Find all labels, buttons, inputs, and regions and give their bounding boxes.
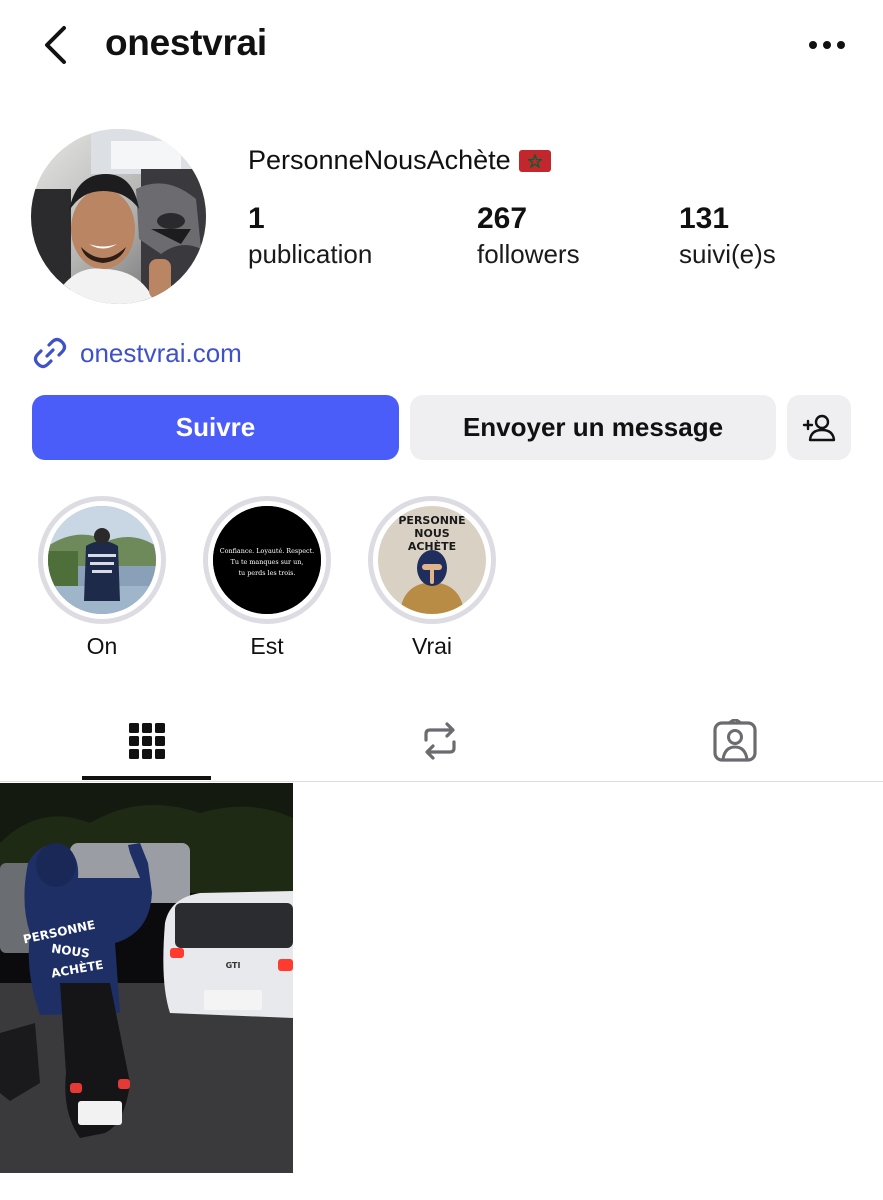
repost-icon	[423, 722, 456, 760]
follow-button[interactable]: Suivre	[32, 395, 399, 460]
highlight-ring: Confiance. Loyauté. Respect. Tu te manqu…	[203, 496, 331, 624]
highlight-label: On	[86, 633, 118, 659]
followers-label: followers	[477, 239, 580, 269]
more-horizontal-icon	[809, 41, 845, 49]
followers-count: 267	[477, 202, 528, 235]
story-highlight-est[interactable]: Confiance. Loyauté. Respect. Tu te manqu…	[203, 496, 331, 660]
send-message-button[interactable]: Envoyer un message	[410, 395, 776, 460]
display-name-text: PersonneNousAchète	[248, 145, 511, 175]
top-bar: onestvrai	[0, 0, 883, 95]
active-tab-indicator	[82, 776, 211, 780]
avatar-photo	[31, 129, 206, 304]
highlight-label: Est	[250, 633, 284, 659]
highlight-label: Vrai	[411, 633, 453, 659]
following-label: suivi(e)s	[679, 239, 776, 269]
tab-reposts[interactable]	[375, 700, 504, 782]
highlight-cover-line-1: Confiance. Loyauté. Respect.	[220, 547, 314, 555]
following-count: 131	[679, 202, 730, 235]
profile-website-link[interactable]: onestvrai.com	[32, 335, 242, 371]
posts-count-stat[interactable]: 1 publication	[248, 200, 372, 270]
tagged-person-icon	[712, 719, 757, 762]
following-count-stat[interactable]: 131 suivi(e)s	[679, 200, 776, 270]
highlight-cover-line-3: tu perds les trois.	[238, 569, 295, 577]
highlight-cover-title-2: NOUS	[414, 527, 449, 540]
add-person-icon	[802, 414, 836, 441]
highlight-cover-title-1: PERSONNE	[398, 514, 465, 527]
profile-avatar[interactable]	[31, 129, 206, 304]
profile-username: onestvrai	[105, 22, 267, 63]
story-highlight-vrai[interactable]: PERSONNE NOUS ACHÈTE Vrai	[368, 496, 496, 660]
link-icon	[33, 337, 67, 369]
website-link-text: onestvrai.com	[80, 337, 242, 368]
chevron-left-icon	[45, 26, 66, 64]
highlight-cover: Confiance. Loyauté. Respect. Tu te manqu…	[213, 506, 321, 614]
tab-tagged[interactable]	[670, 700, 799, 782]
back-button[interactable]	[36, 22, 76, 68]
profile-display-name: PersonneNousAchète	[248, 145, 551, 176]
post-thumbnail[interactable]: GTI PERSONNE NOUS ACHÈTE	[0, 783, 293, 1173]
highlight-ring	[38, 496, 166, 624]
suggest-users-button[interactable]	[787, 395, 851, 460]
grid-icon	[128, 723, 165, 759]
post-photo: GTI PERSONNE NOUS ACHÈTE	[0, 783, 293, 1173]
posts-label: publication	[248, 239, 373, 269]
posts-count: 1	[248, 202, 265, 235]
highlight-cover: PERSONNE NOUS ACHÈTE	[378, 506, 486, 614]
car-badge-text: GTI	[226, 961, 241, 970]
story-highlight-on[interactable]: On	[38, 496, 166, 660]
followers-count-stat[interactable]: 267 followers	[477, 200, 580, 270]
tab-posts-grid[interactable]	[82, 700, 211, 782]
highlight-ring: PERSONNE NOUS ACHÈTE	[368, 496, 496, 624]
highlight-cover	[48, 506, 156, 614]
profile-tabs	[0, 700, 883, 782]
more-options-button[interactable]	[805, 28, 851, 62]
highlight-cover-line-2: Tu te manques sur un,	[231, 558, 304, 566]
morocco-flag-icon	[518, 150, 551, 172]
